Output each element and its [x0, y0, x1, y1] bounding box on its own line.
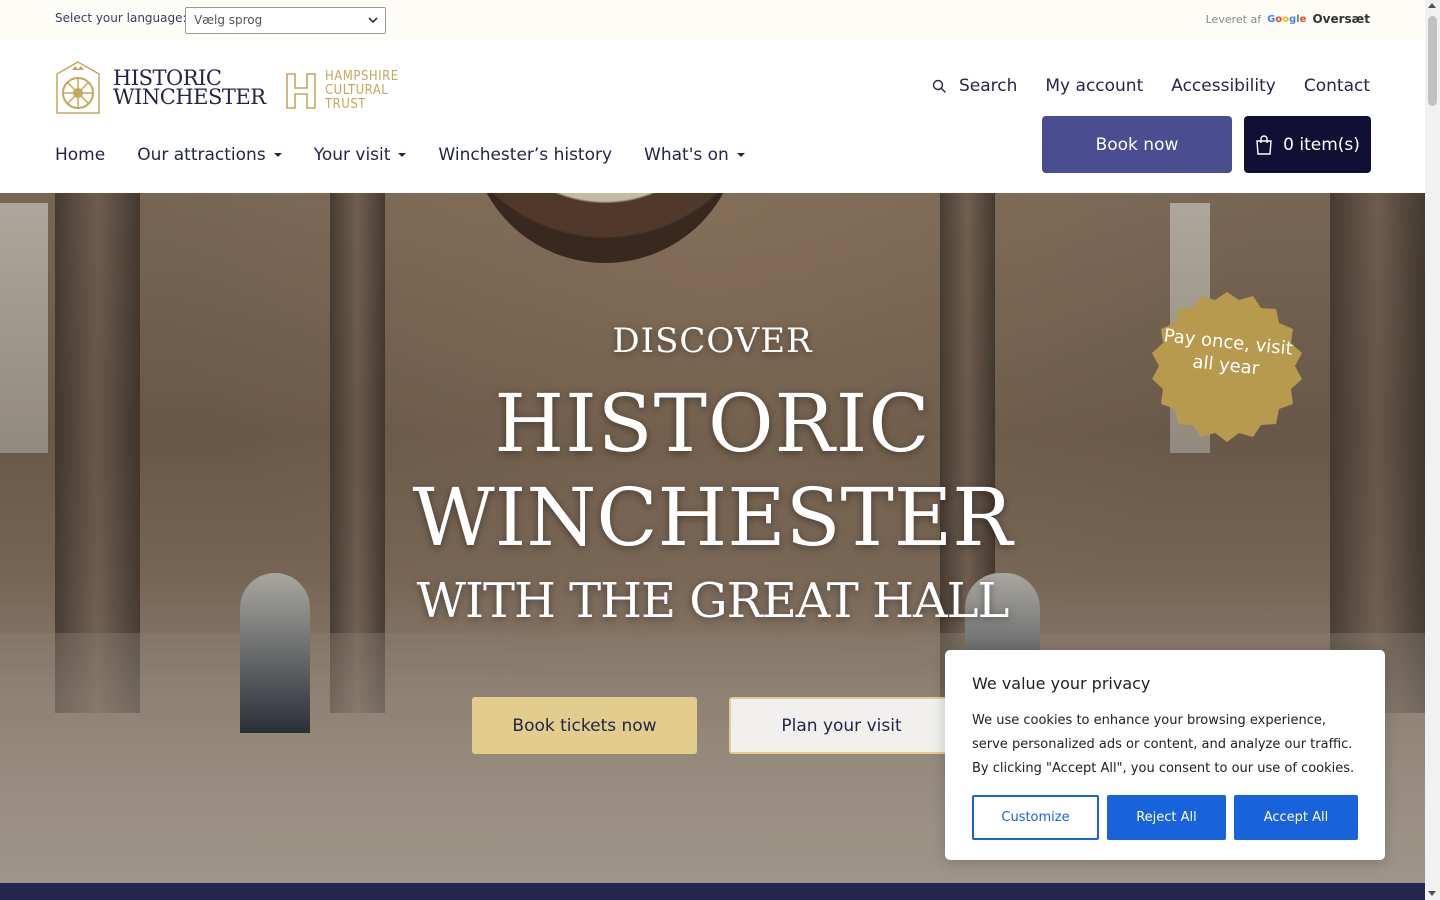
- language-select[interactable]: Vælg sprog: [185, 7, 386, 34]
- scroll-down-arrow-icon[interactable]: [1428, 891, 1436, 896]
- nav-your-visit[interactable]: Your visit: [314, 145, 407, 165]
- accept-all-button[interactable]: Accept All: [1234, 795, 1358, 840]
- hct-monogram-icon: [286, 73, 316, 109]
- book-now-button[interactable]: Book now: [1042, 116, 1232, 173]
- cookie-title: We value your privacy: [972, 674, 1151, 693]
- accessibility-link[interactable]: Accessibility: [1171, 76, 1276, 96]
- search-label: Search: [958, 76, 1018, 96]
- round-table-crest-icon: [56, 61, 100, 114]
- nav-home[interactable]: Home: [55, 145, 105, 165]
- caret-down-icon: [273, 153, 282, 157]
- reject-all-button[interactable]: Reject All: [1107, 795, 1226, 840]
- scroll-thumb[interactable]: [1428, 16, 1437, 106]
- partner-line-3: TRUST: [325, 97, 366, 112]
- nav-home-label: Home: [55, 145, 106, 165]
- footer-strip: [0, 883, 1425, 900]
- caret-down-icon: [736, 153, 745, 157]
- nav-visit-label: Your visit: [313, 145, 391, 165]
- my-account-link[interactable]: My account: [1045, 76, 1143, 96]
- basket-button[interactable]: 0 item(s): [1244, 116, 1371, 173]
- language-label: Select your language:: [55, 11, 187, 25]
- cookie-body: We use cookies to enhance your browsing …: [972, 713, 1355, 776]
- powered-by-label: Leveret af: [1205, 12, 1262, 26]
- nav-winchesters-history[interactable]: Winchester’s history: [438, 145, 612, 165]
- translate-link[interactable]: Oversæt: [1312, 12, 1370, 26]
- powered-by: Leveret af Google Oversæt: [1206, 12, 1370, 26]
- shopping-bag-icon: [1256, 134, 1272, 155]
- utility-nav: Search My account Accessibility Contact: [932, 76, 1370, 96]
- chevron-down-icon: [368, 17, 378, 24]
- nav-history-label: Winchester’s history: [438, 145, 613, 165]
- nav-whats-on[interactable]: What's on: [644, 145, 745, 165]
- page-scrollbar[interactable]: [1425, 0, 1440, 900]
- hero-title-line-3: WITH THE GREAT HALL: [416, 573, 1010, 629]
- book-tickets-button[interactable]: Book tickets now: [472, 697, 697, 754]
- nav-our-attractions[interactable]: Our attractions: [137, 145, 282, 165]
- caret-down-icon: [398, 153, 407, 157]
- site-header: HISTORIC WINCHESTER HAMPSHIRE CULTURAL T…: [0, 40, 1425, 193]
- cookie-consent-banner: We value your privacy We use cookies to …: [945, 650, 1385, 860]
- scroll-up-arrow-icon[interactable]: [1428, 3, 1436, 8]
- partner-line-1: HAMPSHIRE: [325, 69, 399, 84]
- search-link[interactable]: Search: [932, 76, 1017, 96]
- logo-line-2: WINCHESTER: [113, 84, 266, 109]
- basket-count: 0 item(s): [1283, 134, 1360, 155]
- hampshire-cultural-trust-logo[interactable]: HAMPSHIRE CULTURAL TRUST: [283, 70, 399, 112]
- nav-whats-on-label: What's on: [644, 145, 729, 165]
- search-icon: [932, 79, 946, 93]
- cookie-buttons: Customize Reject All Accept All: [972, 795, 1358, 840]
- plan-visit-button[interactable]: Plan your visit: [729, 697, 954, 754]
- historic-winchester-logo[interactable]: HISTORIC WINCHESTER: [55, 60, 266, 115]
- nav-attractions-label: Our attractions: [137, 145, 266, 165]
- customize-button[interactable]: Customize: [972, 795, 1099, 840]
- language-select-value: Vælg sprog: [194, 13, 263, 27]
- google-logo-icon: Google: [1267, 13, 1307, 25]
- main-nav: Home Our attractions Your visit Winchest…: [55, 145, 745, 165]
- hero-title-line-2: WINCHESTER: [412, 471, 1013, 564]
- partner-line-2: CULTURAL: [325, 83, 389, 98]
- contact-link[interactable]: Contact: [1304, 76, 1370, 96]
- translate-bar: Select your language: Vælg sprog Leveret…: [0, 0, 1425, 40]
